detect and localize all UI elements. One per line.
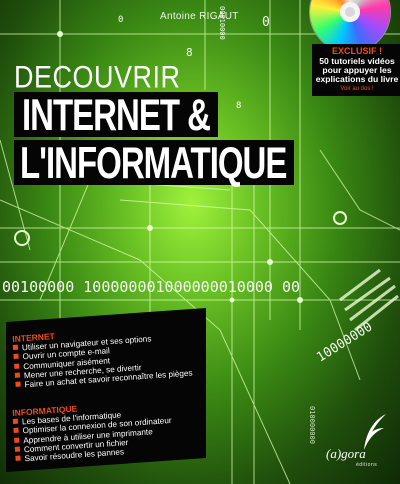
bullet-square-icon bbox=[15, 455, 21, 462]
publisher-subtitle: éditions bbox=[356, 462, 378, 468]
promo-description: 50 tutoriels vidéos pour appuyer les exp… bbox=[315, 55, 399, 85]
publisher-logo: (a)gora bbox=[326, 446, 366, 461]
binary-small-text: 010000000 bbox=[308, 406, 316, 444]
cd-hole bbox=[340, 2, 360, 22]
bullet-square-icon bbox=[14, 363, 20, 369]
author-name: Antoine RIGAUT bbox=[160, 11, 239, 22]
bullet-square-icon bbox=[15, 381, 21, 388]
bullet-square-icon bbox=[12, 418, 19, 424]
digit-c-text: 0 bbox=[118, 15, 123, 25]
bullet-square-icon bbox=[14, 437, 20, 443]
promo-box: EXCLUSIF ! 50 tutoriels vidéos pour appu… bbox=[312, 44, 400, 97]
digit-a-text: 8 bbox=[186, 46, 193, 59]
bullet-square-icon bbox=[13, 427, 19, 434]
binary-row-text: 00100000 100000001000000010000 00 bbox=[2, 278, 300, 296]
digit-b-text: 0 bbox=[262, 15, 270, 30]
title-line-1-text: INTERNET & bbox=[22, 89, 211, 140]
bullet-square-icon bbox=[12, 344, 19, 350]
binary-diag-text: 10000000 bbox=[314, 319, 375, 365]
book-cover: 00100000 100000001000000010000 00 100000… bbox=[0, 0, 400, 484]
promo-see-back: Voir au dos ! bbox=[340, 85, 374, 92]
title-line-1: INTERNET & bbox=[14, 92, 218, 137]
bullet-square-icon bbox=[14, 446, 21, 452]
bullet-square-icon bbox=[14, 372, 21, 378]
bullet-square-icon bbox=[13, 353, 19, 360]
title-line-2: L'INFORMATIQUE bbox=[14, 137, 295, 188]
title-line-2-text: L'INFORMATIQUE bbox=[20, 137, 287, 188]
digit-d-text: 8 bbox=[236, 101, 241, 111]
